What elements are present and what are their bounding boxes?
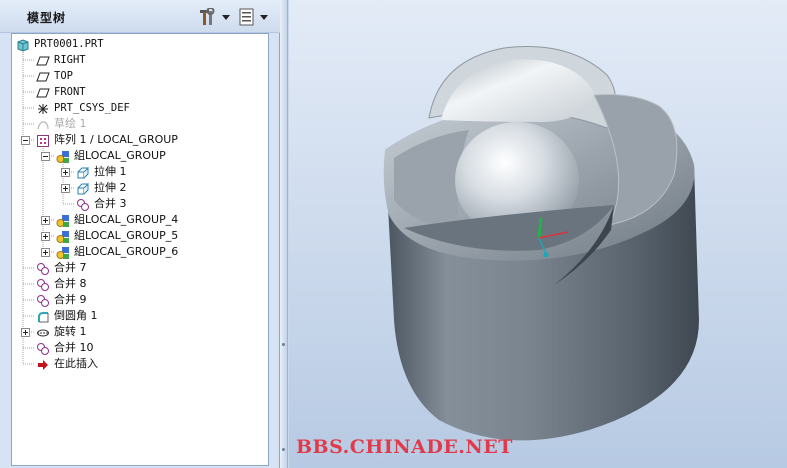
panel-title: 模型树 [27,11,67,25]
tree-item[interactable]: 拉伸 1 [12,164,268,180]
tree-item-label: PRT_CSYS_DEF [54,102,130,114]
tree-item-label: 草绘 1 [54,117,87,130]
coordinate-system-icon [36,101,50,115]
tree-item[interactable]: 組LOCAL_GROUP_6 [12,244,268,260]
tree-item[interactable]: 在此插入 [12,356,268,372]
tree-item-label: 合并 7 [54,261,87,274]
collapse-icon[interactable] [21,136,30,145]
tree-item[interactable]: 合并 3 [12,196,268,212]
merge-icon [36,261,50,275]
tree-item-label: 阵列 1 / LOCAL_GROUP [54,133,178,146]
group-icon [56,149,70,163]
revolve-icon [36,325,50,339]
tree-item[interactable]: 組LOCAL_GROUP_5 [12,228,268,244]
tree-item-label: 組LOCAL_GROUP_4 [74,213,179,226]
tree-item[interactable]: 合并 9 [12,292,268,308]
tree-item[interactable]: TOP [12,68,268,84]
tree-item[interactable]: 合并 7 [12,260,268,276]
tree-settings-button[interactable] [238,7,268,27]
list-settings-icon [239,8,254,26]
tree-item[interactable]: 阵列 1 / LOCAL_GROUP [12,132,268,148]
tree-item[interactable]: 拉伸 2 [12,180,268,196]
tree-item[interactable]: 組LOCAL_GROUP_4 [12,212,268,228]
chevron-down-icon [222,14,230,20]
tree-item[interactable]: 旋转 1 [12,324,268,340]
watermark-text: BBS.CHINADE.NET [296,436,513,458]
tree-item-label: PRT0001.PRT [34,38,104,50]
splitter-grip [282,448,285,451]
group-icon [56,229,70,243]
chevron-down-icon [260,14,268,20]
tree-item-label: 組LOCAL_GROUP_5 [74,229,179,242]
tree-item[interactable]: FRONT [12,84,268,100]
insert-here-arrow-icon [36,357,50,371]
panel-splitter[interactable] [280,0,288,468]
tree-item[interactable]: 合并 10 [12,340,268,356]
datum-plane-icon [36,53,50,67]
extrude-icon [76,181,90,195]
tree-item-label: TOP [54,70,73,82]
part-cube-icon [16,37,30,52]
tree-item[interactable]: PRT0001.PRT [12,36,268,52]
tree-item-label: 組LOCAL_GROUP_6 [74,245,179,258]
graphics-viewport[interactable]: BBS.CHINADE.NET [289,0,787,468]
sketch-icon [36,117,50,131]
model-tree: PRT0001.PRT RIGHT TOP FRONT PRT_CSYS_DEF 草绘 1… [11,33,269,466]
merge-icon [76,197,90,211]
tree-item-label: 在此插入 [54,357,98,370]
model-tree-panel: 模型树 PRT0001.PRT RIGHT TOP FRONT PRT_CSYS_DEF… [0,0,280,468]
round-icon [36,309,50,323]
expand-icon[interactable] [41,216,50,225]
tree-item-label: 合并 10 [54,341,94,354]
tree-item-label: 組LOCAL_GROUP [74,149,166,162]
extrude-icon [76,165,90,179]
expand-icon[interactable] [41,232,50,241]
tree-item-label: 合并 8 [54,277,87,290]
expand-icon[interactable] [41,248,50,257]
expand-icon[interactable] [61,184,70,193]
tree-item[interactable]: PRT_CSYS_DEF [12,100,268,116]
tree-item-label: 倒圆角 1 [54,309,98,322]
tree-tools-button[interactable] [198,7,230,27]
tree-item-label: 旋转 1 [54,325,87,338]
merge-icon [36,341,50,355]
tree-item[interactable]: 倒圆角 1 [12,308,268,324]
tree-item-label: 合并 3 [94,197,127,210]
tree-item-label: FRONT [54,86,86,98]
collapse-icon[interactable] [41,152,50,161]
tree-item-label: 拉伸 2 [94,181,127,194]
tree-item[interactable]: 合并 8 [12,276,268,292]
group-icon [56,213,70,227]
axis-y [537,217,543,239]
tree-item[interactable]: 草绘 1 [12,116,268,132]
tree-item[interactable]: RIGHT [12,52,268,68]
tree-item-label: 拉伸 1 [94,165,127,178]
datum-plane-icon [36,85,50,99]
datum-plane-icon [36,69,50,83]
tree-item-label: 合并 9 [54,293,87,306]
piston-model[interactable] [289,0,787,468]
expand-icon[interactable] [61,168,70,177]
expand-icon[interactable] [21,328,30,337]
tree-item-label: RIGHT [54,54,86,66]
pattern-icon [36,133,50,147]
model-tree-header: 模型树 [0,0,280,33]
merge-icon [36,277,50,291]
hammer-wrench-icon [200,8,215,25]
tree-item[interactable]: 組LOCAL_GROUP [12,148,268,164]
splitter-grip [282,343,285,346]
axis-z-endpoint [543,252,549,258]
group-icon [56,245,70,259]
merge-icon [36,293,50,307]
